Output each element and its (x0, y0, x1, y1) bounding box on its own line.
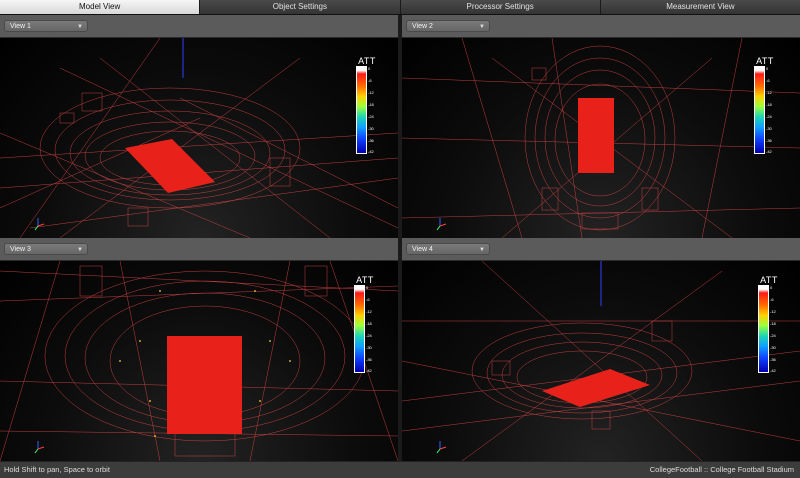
view-select-1[interactable]: View 1 ▼ (4, 20, 88, 32)
legend-tick: -24 (770, 333, 776, 338)
legend-ticks: 0 -6 -12 -18 -24 -30 -36 -42 (770, 285, 784, 373)
att-legend: ATT 0 -6 -12 -18 -24 -30 -36 -42 (754, 56, 776, 154)
legend-tick: -24 (368, 114, 374, 119)
tab-model-view[interactable]: Model View (0, 0, 201, 14)
view-toolbar: View 2 ▼ (402, 15, 800, 38)
legend-tick: -42 (770, 368, 776, 373)
view-select-4[interactable]: View 4 ▼ (406, 243, 490, 255)
legend-tick: -24 (366, 333, 372, 338)
legend-ticks: 0 -6 -12 -18 -24 -30 -36 -42 (368, 66, 382, 154)
legend-tick: -36 (766, 138, 772, 143)
viewport-3d[interactable]: ATT 0 -6 -12 -18 -24 -30 -36 -42 (0, 261, 398, 461)
stadium-wireframe (402, 261, 800, 461)
field-heatmap (125, 139, 215, 193)
view-toolbar: View 4 ▼ (402, 238, 800, 261)
legend-tick: 0 (368, 66, 371, 71)
viewport-3d[interactable]: ATT 0 -6 -12 -18 -24 -30 -36 -42 (0, 38, 398, 238)
legend-tick: -30 (368, 126, 374, 131)
stadium-wireframe (0, 261, 398, 461)
chevron-down-icon: ▼ (479, 247, 485, 253)
legend-tick: -18 (766, 102, 772, 107)
view-select-3[interactable]: View 3 ▼ (4, 243, 88, 255)
legend-tick: -30 (766, 126, 772, 131)
legend-tick: -36 (770, 357, 776, 362)
stadium-wireframe (0, 38, 398, 238)
chevron-down-icon: ▼ (77, 24, 83, 30)
view-select-label: View 3 (10, 246, 31, 253)
view-toolbar: View 3 ▼ (0, 238, 398, 261)
legend-tick: 0 (766, 66, 769, 71)
legend-tick: -18 (366, 321, 372, 326)
field-heatmap (167, 336, 242, 434)
view-panel-2: View 2 ▼ ATT 0 -6 -12 -18 -24 -30 -36 -4… (402, 15, 800, 238)
field-heatmap (578, 98, 614, 173)
viewport-3d[interactable]: ATT 0 -6 -12 -18 -24 -30 -36 -42 (402, 261, 800, 461)
legend-tick: -36 (368, 138, 374, 143)
legend-tick: -30 (366, 345, 372, 350)
legend-tick: -6 (366, 297, 370, 302)
legend-tick: 0 (366, 285, 369, 290)
status-project: CollegeFootball :: College Football Stad… (649, 465, 794, 474)
legend-tick: 0 (770, 285, 773, 290)
view-toolbar: View 1 ▼ (0, 15, 398, 38)
legend-tick: -24 (766, 114, 772, 119)
tab-measurement-view[interactable]: Measurement View (600, 0, 800, 14)
view-panel-4: View 4 ▼ ATT 0 -6 -12 -18 -24 -30 -36 -4… (402, 238, 800, 461)
legend-gradient (356, 66, 367, 154)
att-legend: ATT 0 -6 -12 -18 -24 -30 -36 -42 (758, 275, 780, 373)
legend-tick: -42 (366, 368, 372, 373)
legend-title: ATT (356, 275, 374, 285)
legend-gradient (754, 66, 765, 154)
legend-tick: -12 (766, 90, 772, 95)
legend-gradient (354, 285, 365, 373)
legend-tick: -12 (366, 309, 372, 314)
viewport-3d[interactable]: ATT 0 -6 -12 -18 -24 -30 -36 -42 (402, 38, 800, 238)
view-select-label: View 2 (412, 23, 433, 30)
legend-ticks: 0 -6 -12 -18 -24 -30 -36 -42 (766, 66, 780, 154)
chevron-down-icon: ▼ (77, 247, 83, 253)
legend-tick: -42 (766, 149, 772, 154)
legend-tick: -6 (368, 78, 372, 83)
legend-tick: -12 (368, 90, 374, 95)
stadium-wireframe (402, 38, 800, 238)
view-select-label: View 4 (412, 246, 433, 253)
legend-title: ATT (760, 275, 778, 285)
legend-tick: -36 (366, 357, 372, 362)
view-select-2[interactable]: View 2 ▼ (406, 20, 490, 32)
legend-title: ATT (756, 56, 774, 66)
att-legend: ATT 0 -6 -12 -18 -24 -30 -36 -42 (354, 275, 376, 373)
legend-title: ATT (358, 56, 376, 66)
legend-tick: -18 (770, 321, 776, 326)
chevron-down-icon: ▼ (479, 24, 485, 30)
legend-tick: -30 (770, 345, 776, 350)
status-hint: Hold Shift to pan, Space to orbit (4, 465, 110, 474)
view-panel-3: View 3 ▼ ATT 0 -6 -12 -18 -24 -30 -36 -4… (0, 238, 398, 461)
legend-tick: -6 (766, 78, 770, 83)
status-bar: Hold Shift to pan, Space to orbit Colleg… (0, 461, 800, 478)
legend-gradient (758, 285, 769, 373)
tab-processor-settings[interactable]: Processor Settings (400, 0, 601, 14)
legend-tick: -42 (368, 149, 374, 154)
legend-ticks: 0 -6 -12 -18 -24 -30 -36 -42 (366, 285, 380, 373)
view-select-label: View 1 (10, 23, 31, 30)
legend-tick: -12 (770, 309, 776, 314)
tab-bar: Model View Object Settings Processor Set… (0, 0, 800, 15)
tab-object-settings[interactable]: Object Settings (200, 0, 401, 14)
legend-tick: -6 (770, 297, 774, 302)
view-panel-1: View 1 ▼ ATT 0 -6 -12 -18 -24 -30 -36 -4… (0, 15, 398, 238)
legend-tick: -18 (368, 102, 374, 107)
att-legend: ATT 0 -6 -12 -18 -24 -30 -36 -42 (356, 56, 378, 154)
